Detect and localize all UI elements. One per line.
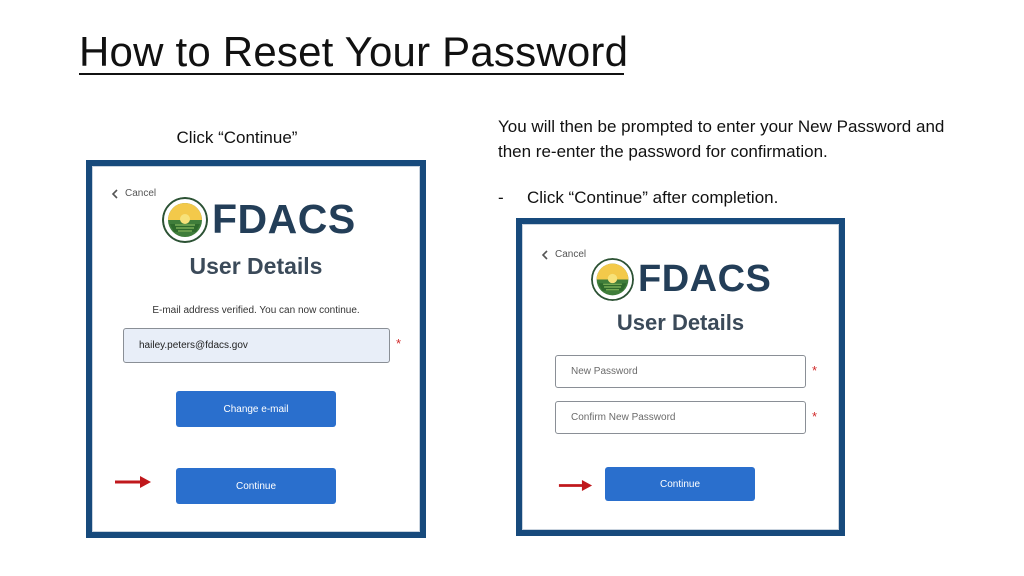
left-caption: Click “Continue” xyxy=(176,128,298,147)
logo-text: FDACS xyxy=(638,258,772,300)
new-password-placeholder: New Password xyxy=(571,366,638,377)
user-details-heading: User Details xyxy=(189,253,323,279)
bullet-item: - Click “Continue” after completion. xyxy=(498,188,778,208)
fdacs-seal-icon xyxy=(162,196,208,243)
left-screenshot: Cancel FDACS User Details E-mail address… xyxy=(86,160,426,538)
user-details-heading: User Details xyxy=(616,310,745,335)
logo-text: FDACS xyxy=(212,196,356,242)
confirm-password-placeholder: Confirm New Password xyxy=(571,412,676,423)
right-caption: You will then be prompted to enter your … xyxy=(498,114,968,164)
required-marker: * xyxy=(812,409,818,424)
cancel-link[interactable]: Cancel xyxy=(540,249,586,260)
required-marker: * xyxy=(396,336,402,351)
chevron-left-icon xyxy=(541,249,548,260)
confirm-password-field[interactable]: Confirm New Password xyxy=(555,401,806,434)
email-value: hailey.peters@fdacs.gov xyxy=(139,340,248,351)
left-screen-panel: Cancel FDACS User Details E-mail address… xyxy=(92,166,420,532)
title-underline xyxy=(79,73,624,75)
new-password-field[interactable]: New Password xyxy=(555,355,806,388)
required-marker: * xyxy=(812,363,818,378)
red-arrow-icon xyxy=(115,476,151,488)
cancel-link[interactable]: Cancel xyxy=(110,188,156,199)
cancel-label: Cancel xyxy=(125,188,157,199)
red-arrow-icon xyxy=(558,479,593,492)
verify-note: E-mail address verified. You can now con… xyxy=(152,305,360,316)
email-field[interactable]: hailey.peters@fdacs.gov xyxy=(123,328,390,363)
slide-title: How to Reset Your Password xyxy=(79,28,629,75)
bullet-marker: - xyxy=(498,188,504,207)
right-screenshot: Cancel FDACS User Details New Password *… xyxy=(516,218,845,536)
right-caption-text: You will then be prompted to enter your … xyxy=(498,117,945,161)
continue-button[interactable]: Continue xyxy=(176,468,336,504)
right-screen-panel: Cancel FDACS User Details New Password *… xyxy=(522,224,839,530)
fdacs-logo: FDACS xyxy=(162,196,356,243)
fdacs-seal-icon xyxy=(591,258,634,301)
change-email-button[interactable]: Change e-mail xyxy=(176,391,336,427)
fdacs-logo: FDACS xyxy=(591,258,771,301)
cancel-label: Cancel xyxy=(555,249,587,260)
chevron-left-icon xyxy=(111,188,118,199)
bullet-text: Click “Continue” after completion. xyxy=(527,188,779,207)
continue-button[interactable]: Continue xyxy=(605,467,755,501)
